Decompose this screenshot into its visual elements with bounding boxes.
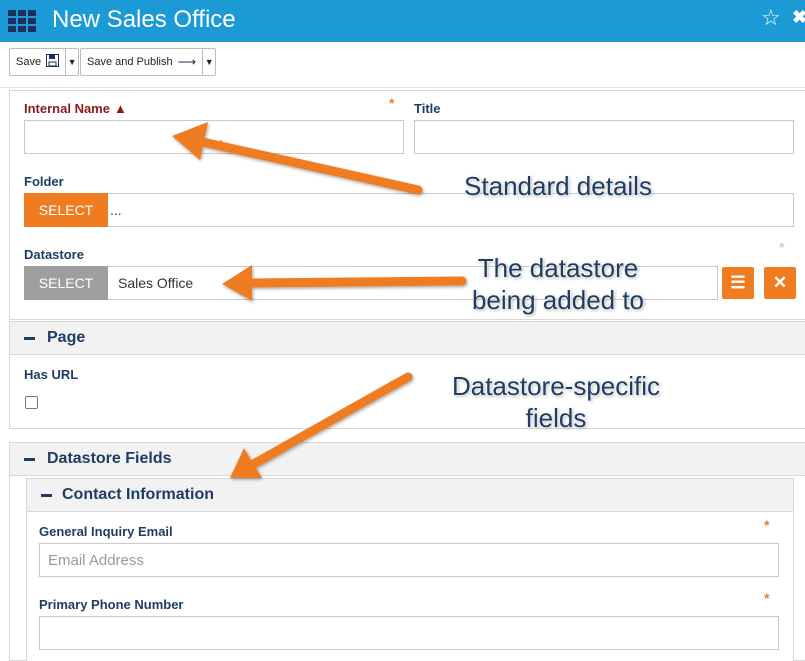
email-placeholder: Email Address bbox=[48, 551, 144, 569]
folder-select-button[interactable]: SELECT bbox=[24, 193, 108, 227]
toolbar: Save ▼ Save and Publish ⟶ ▼ bbox=[0, 42, 805, 88]
page-section-header[interactable]: Page bbox=[9, 321, 805, 355]
save-publish-button-group: Save and Publish ⟶ ▼ bbox=[80, 48, 217, 76]
internal-name-label: Internal Name ▲ bbox=[24, 101, 127, 116]
contact-information-body: General Inquiry Email * Email Address Pr… bbox=[26, 512, 794, 661]
annotation-standard-details: Standard details bbox=[464, 171, 652, 201]
phone-required-asterisk: * bbox=[764, 590, 770, 606]
app-header: New Sales Office ☆ ✖ bbox=[0, 0, 805, 42]
phone-label: Primary Phone Number bbox=[39, 597, 184, 612]
phone-input[interactable] bbox=[39, 616, 779, 650]
save-publish-label: Save and Publish bbox=[87, 56, 173, 68]
datastore-asterisk: * bbox=[779, 239, 785, 255]
save-button[interactable]: Save bbox=[10, 49, 65, 75]
title-input[interactable] bbox=[414, 120, 794, 154]
internal-name-input[interactable] bbox=[24, 120, 404, 154]
collapse-icon bbox=[24, 457, 35, 461]
email-input[interactable]: Email Address bbox=[39, 543, 779, 577]
close-icon[interactable]: ✖ bbox=[792, 7, 805, 28]
grid-icon[interactable] bbox=[8, 10, 36, 32]
annotation-datastore-line1: The datastore bbox=[477, 253, 639, 283]
arrow-right-icon: ⟶ bbox=[177, 54, 197, 69]
required-asterisk: * bbox=[389, 95, 395, 111]
list-icon: ☰ bbox=[730, 273, 746, 292]
internal-name-label-text: Internal Name bbox=[24, 101, 110, 116]
datastore-label: Datastore bbox=[24, 247, 84, 262]
main-form-panel: Internal Name ▲ * Title Folder SELECT ...… bbox=[9, 90, 805, 320]
star-icon[interactable]: ☆ bbox=[761, 5, 781, 31]
title-label: Title bbox=[414, 101, 441, 116]
email-required-asterisk: * bbox=[764, 517, 770, 533]
email-label: General Inquiry Email bbox=[39, 524, 173, 539]
annotation-specific-line1: Datastore-specific bbox=[451, 371, 661, 401]
collapse-icon bbox=[41, 493, 52, 497]
datastore-fields-header[interactable]: Datastore Fields bbox=[9, 442, 805, 476]
has-url-label: Has URL bbox=[24, 367, 79, 382]
annotation-datastore-line2: being added to bbox=[471, 285, 645, 315]
datastore-clear-button[interactable]: ✕ bbox=[764, 267, 796, 299]
save-publish-button[interactable]: Save and Publish ⟶ bbox=[81, 49, 202, 75]
datastore-fields-title: Datastore Fields bbox=[47, 450, 172, 467]
has-url-checkbox[interactable] bbox=[25, 396, 38, 409]
contact-information-title: Contact Information bbox=[62, 486, 214, 503]
save-publish-dropdown-caret[interactable]: ▼ bbox=[202, 49, 215, 75]
warning-icon: ▲ bbox=[113, 101, 127, 116]
contact-information-header[interactable]: Contact Information bbox=[26, 478, 794, 512]
page-title: New Sales Office bbox=[52, 6, 236, 33]
text-cursor-icon: I bbox=[219, 138, 223, 152]
datastore-list-button[interactable]: ☰ bbox=[722, 267, 754, 299]
save-label: Save bbox=[16, 56, 42, 68]
datastore-select-button[interactable]: SELECT bbox=[24, 266, 108, 300]
save-dropdown-caret[interactable]: ▼ bbox=[65, 49, 78, 75]
annotation-specific-line2: fields bbox=[525, 403, 587, 433]
folder-label: Folder bbox=[24, 174, 64, 189]
save-button-group: Save ▼ bbox=[9, 48, 80, 76]
floppy-disk-icon bbox=[46, 54, 60, 70]
page-section-title: Page bbox=[47, 329, 86, 346]
close-icon: ✕ bbox=[772, 273, 788, 292]
collapse-icon bbox=[24, 336, 35, 340]
